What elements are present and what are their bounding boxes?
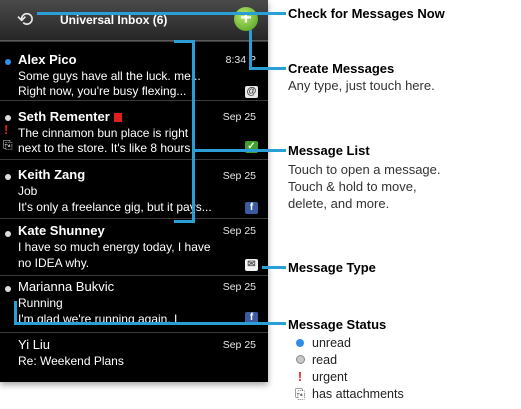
message-date: Sep 25 — [222, 281, 256, 293]
inbox-title: Universal Inbox (6) — [60, 13, 168, 27]
message-line: I have so much energy today, I have — [18, 240, 211, 254]
message-sender: Yi Liu — [18, 337, 51, 352]
message-row[interactable]: Keith Zang Sep 25 Job It's only a freela… — [0, 159, 268, 218]
message-line: Running — [18, 296, 63, 310]
message-line: Some guys have all the luck. me... — [18, 69, 201, 83]
attachment-icon: ⎘ — [3, 138, 13, 152]
legend-unread: unread — [294, 336, 351, 350]
message-line: The cinnamon bun place is right — [18, 126, 189, 140]
message-row[interactable]: Alex Pico 8:34 P Some guys have all the … — [0, 41, 268, 100]
inbox-header: ⟲ Universal Inbox (6) + — [0, 0, 268, 41]
message-date: Sep 25 — [222, 339, 256, 351]
message-sender: Alex Pico — [18, 52, 77, 67]
message-line: Job — [18, 184, 38, 198]
legend-urgent: ! urgent — [294, 370, 348, 384]
callout-title-list: Message List — [288, 143, 370, 158]
attachment-icon: ⎘ — [294, 387, 305, 401]
callout-line-list — [195, 149, 286, 152]
list-bracket — [192, 40, 195, 223]
callout-line-type — [262, 266, 286, 269]
message-date: Sep 25 — [222, 170, 256, 182]
flag-icon — [113, 113, 122, 122]
read-dot-icon — [5, 231, 11, 237]
urgent-icon: ! — [4, 122, 9, 137]
message-line: Right now, you're busy flexing... — [18, 84, 187, 98]
callout-text-create: Any type, just touch here. — [288, 78, 435, 93]
message-row[interactable]: Yi Liu Sep 25 Re: Weekend Plans — [0, 332, 268, 382]
callout-title-check: Check for Messages Now — [288, 6, 445, 21]
message-sender: Marianna Bukvic — [18, 279, 115, 294]
facebook-icon: f — [245, 202, 258, 214]
message-line: no IDEA why. — [18, 256, 90, 270]
email-icon: @ — [245, 86, 258, 98]
callout-line-check — [37, 12, 286, 15]
urgent-icon: ! — [297, 370, 303, 384]
legend-attachments: ⎘ has attachments — [294, 387, 404, 401]
callout-line-create-h — [249, 67, 286, 70]
callout-line-create-v — [249, 30, 252, 69]
callout-text-list: Touch & hold to move, — [288, 179, 417, 194]
callout-title-type: Message Type — [288, 260, 376, 275]
callout-text-list: delete, and more. — [288, 196, 390, 211]
refresh-icon[interactable]: ⟲ — [13, 8, 37, 32]
message-line: next to the store. It's like 8 hours — [18, 141, 191, 155]
mail-icon: ✉ — [245, 259, 258, 271]
callout-line-status — [14, 322, 286, 325]
list-bracket — [174, 220, 195, 223]
message-date: Sep 25 — [222, 111, 256, 123]
message-sender: Keith Zang — [18, 167, 86, 182]
read-dot-icon — [5, 174, 11, 180]
message-sender: Kate Shunney — [18, 223, 105, 238]
compose-button[interactable]: + — [234, 7, 258, 31]
read-dot-icon — [295, 355, 305, 364]
message-date: Sep 25 — [222, 225, 256, 237]
unread-dot-icon — [296, 339, 304, 347]
message-line: Re: Weekend Plans — [18, 354, 124, 368]
unread-dot-icon — [5, 59, 11, 65]
read-dot-icon — [5, 286, 11, 292]
message-row[interactable]: Kate Shunney Sep 25 I have so much energ… — [0, 218, 268, 275]
callout-title-status: Message Status — [288, 317, 387, 332]
message-line: It's only a freelance gig, but it pays..… — [18, 200, 212, 214]
callout-text-list: Touch to open a message. — [288, 162, 441, 177]
callout-title-create: Create Messages — [288, 61, 395, 76]
read-dot-icon — [5, 115, 11, 121]
legend-read: read — [294, 353, 337, 367]
message-sender: Seth Rementer — [18, 109, 122, 124]
